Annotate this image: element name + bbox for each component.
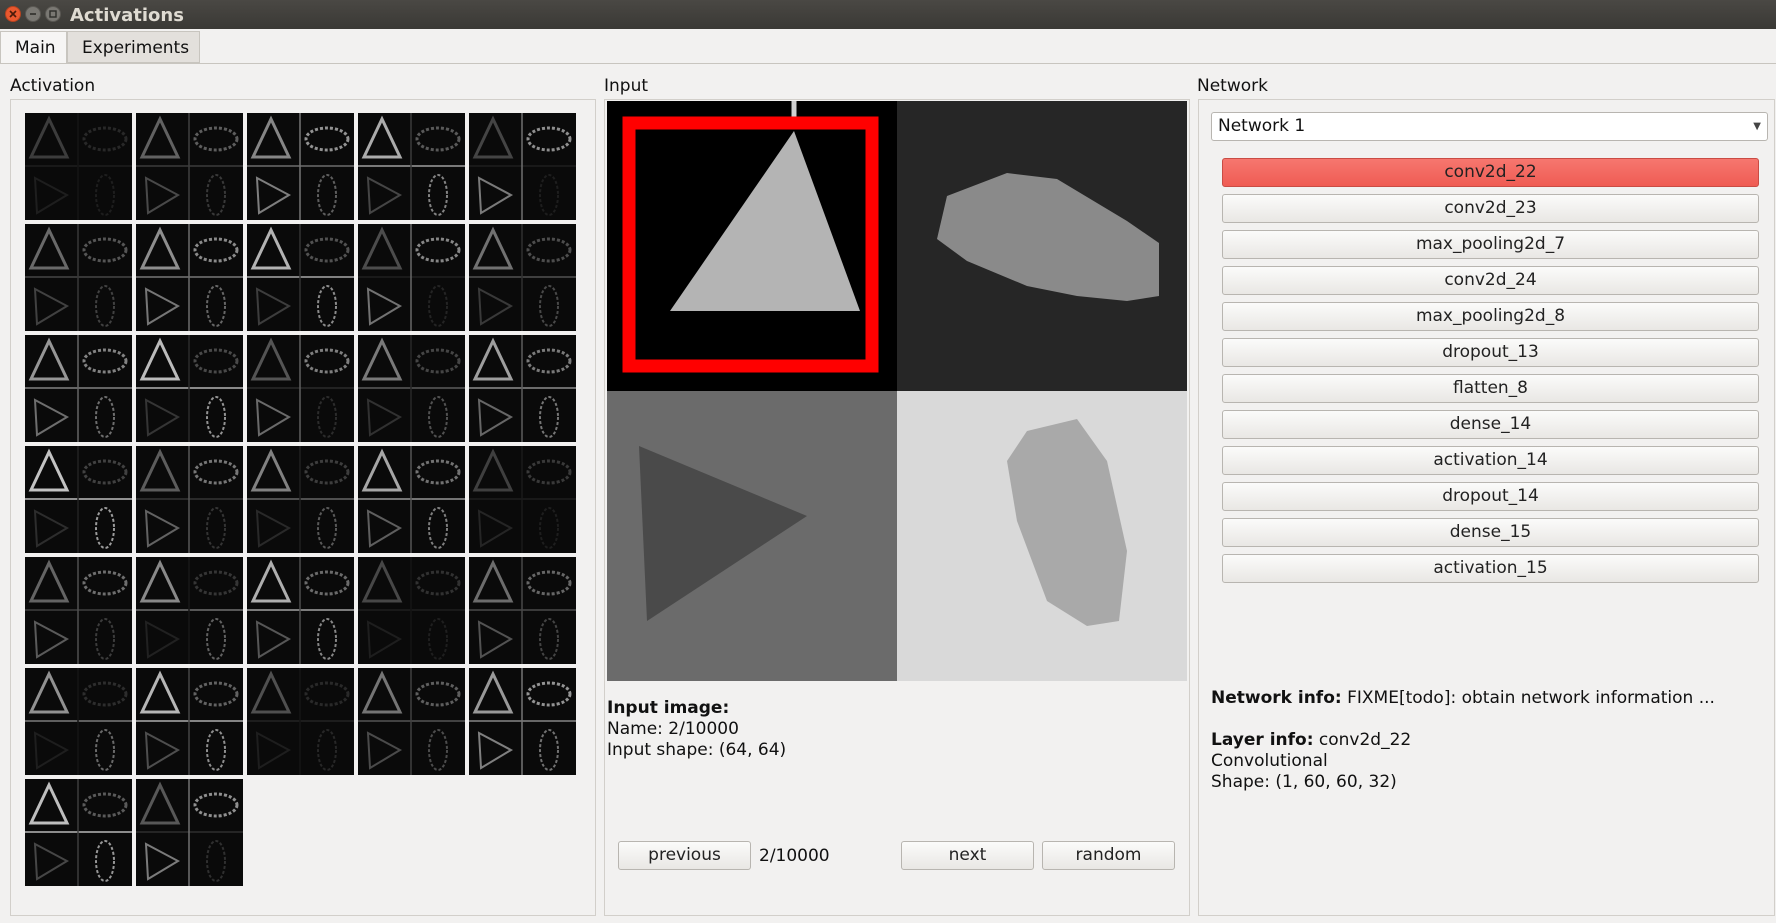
activation-tile[interactable] bbox=[469, 446, 576, 553]
tab-experiments[interactable]: Experiments bbox=[67, 31, 200, 63]
layer-info-shape: Shape: (1, 60, 60, 32) bbox=[1211, 772, 1397, 792]
activation-tile[interactable] bbox=[469, 113, 576, 220]
input-info-title: Input image: bbox=[607, 698, 730, 718]
chevron-down-icon: ▼ bbox=[1753, 121, 1761, 132]
activation-tile[interactable] bbox=[469, 224, 576, 331]
minimize-icon[interactable] bbox=[25, 6, 41, 22]
activation-tile[interactable] bbox=[469, 557, 576, 664]
activation-tile[interactable] bbox=[247, 224, 354, 331]
layer-button[interactable]: conv2d_22 bbox=[1222, 158, 1759, 187]
activation-tile[interactable] bbox=[358, 668, 465, 775]
activation-tile[interactable] bbox=[247, 668, 354, 775]
layer-button[interactable]: dense_15 bbox=[1222, 518, 1759, 547]
layer-button[interactable]: dense_14 bbox=[1222, 410, 1759, 439]
window-title: Activations bbox=[70, 5, 184, 26]
activation-tile[interactable] bbox=[25, 113, 132, 220]
activation-tile[interactable] bbox=[136, 446, 243, 553]
activation-tile[interactable] bbox=[136, 779, 243, 886]
activation-tile[interactable] bbox=[25, 224, 132, 331]
activation-label: Activation bbox=[10, 76, 96, 96]
activation-tile[interactable] bbox=[469, 335, 576, 442]
activation-tile[interactable] bbox=[358, 224, 465, 331]
title-bar: Activations bbox=[0, 0, 1776, 30]
activation-tile[interactable] bbox=[469, 668, 576, 775]
network-label: Network bbox=[1197, 76, 1268, 96]
activation-tile[interactable] bbox=[358, 335, 465, 442]
layer-button[interactable]: max_pooling2d_8 bbox=[1222, 302, 1759, 331]
layer-info: Layer info: conv2d_22 Convolutional Shap… bbox=[1211, 730, 1411, 793]
activation-tile[interactable] bbox=[25, 557, 132, 664]
input-name: Name: 2/10000 bbox=[607, 719, 739, 739]
network-select-value: Network 1 bbox=[1218, 116, 1306, 136]
activation-tile[interactable] bbox=[247, 557, 354, 664]
activation-tile[interactable] bbox=[25, 446, 132, 553]
network-select[interactable]: Network 1 ▼ bbox=[1211, 112, 1768, 141]
input-info: Input image: Name: 2/10000 Input shape: … bbox=[607, 698, 786, 761]
layer-button[interactable]: max_pooling2d_7 bbox=[1222, 230, 1759, 259]
next-button[interactable]: next bbox=[901, 841, 1034, 870]
activation-tile[interactable] bbox=[136, 668, 243, 775]
network-info-title: Network info: bbox=[1211, 688, 1342, 708]
layer-button[interactable]: conv2d_23 bbox=[1222, 194, 1759, 223]
layer-info-title: Layer info: bbox=[1211, 730, 1314, 750]
input-label: Input bbox=[604, 76, 649, 96]
maximize-icon[interactable] bbox=[45, 6, 61, 22]
activation-tile[interactable] bbox=[247, 446, 354, 553]
network-info-text: FIXME[todo]: obtain network information … bbox=[1347, 688, 1715, 708]
activation-tile[interactable] bbox=[25, 335, 132, 442]
layer-button[interactable]: activation_15 bbox=[1222, 554, 1759, 583]
activation-grid bbox=[25, 113, 585, 903]
close-icon[interactable] bbox=[5, 6, 21, 22]
activation-tile[interactable] bbox=[136, 335, 243, 442]
input-shape: Input shape: (64, 64) bbox=[607, 740, 787, 760]
network-info: Network info: FIXME[todo]: obtain networ… bbox=[1211, 688, 1715, 709]
random-button[interactable]: random bbox=[1042, 841, 1175, 870]
input-image bbox=[607, 101, 1187, 681]
layer-button[interactable]: conv2d_24 bbox=[1222, 266, 1759, 295]
tab-bar: Main Experiments bbox=[0, 29, 1776, 64]
activation-tile[interactable] bbox=[358, 557, 465, 664]
layer-button[interactable]: dropout_13 bbox=[1222, 338, 1759, 367]
activation-tile[interactable] bbox=[136, 224, 243, 331]
activation-tile[interactable] bbox=[358, 446, 465, 553]
activation-tile[interactable] bbox=[358, 113, 465, 220]
tab-main[interactable]: Main bbox=[0, 31, 67, 63]
activation-tile[interactable] bbox=[25, 668, 132, 775]
layer-button[interactable]: dropout_14 bbox=[1222, 482, 1759, 511]
layer-info-type: Convolutional bbox=[1211, 751, 1328, 771]
layer-button[interactable]: activation_14 bbox=[1222, 446, 1759, 475]
activation-tile[interactable] bbox=[247, 335, 354, 442]
activation-tile[interactable] bbox=[247, 113, 354, 220]
layer-info-name: conv2d_22 bbox=[1318, 730, 1412, 750]
activation-tile[interactable] bbox=[136, 557, 243, 664]
image-counter: 2/10000 bbox=[759, 846, 830, 866]
layer-button[interactable]: flatten_8 bbox=[1222, 374, 1759, 403]
previous-button[interactable]: previous bbox=[618, 841, 751, 870]
activation-tile[interactable] bbox=[25, 779, 132, 886]
activation-tile[interactable] bbox=[136, 113, 243, 220]
